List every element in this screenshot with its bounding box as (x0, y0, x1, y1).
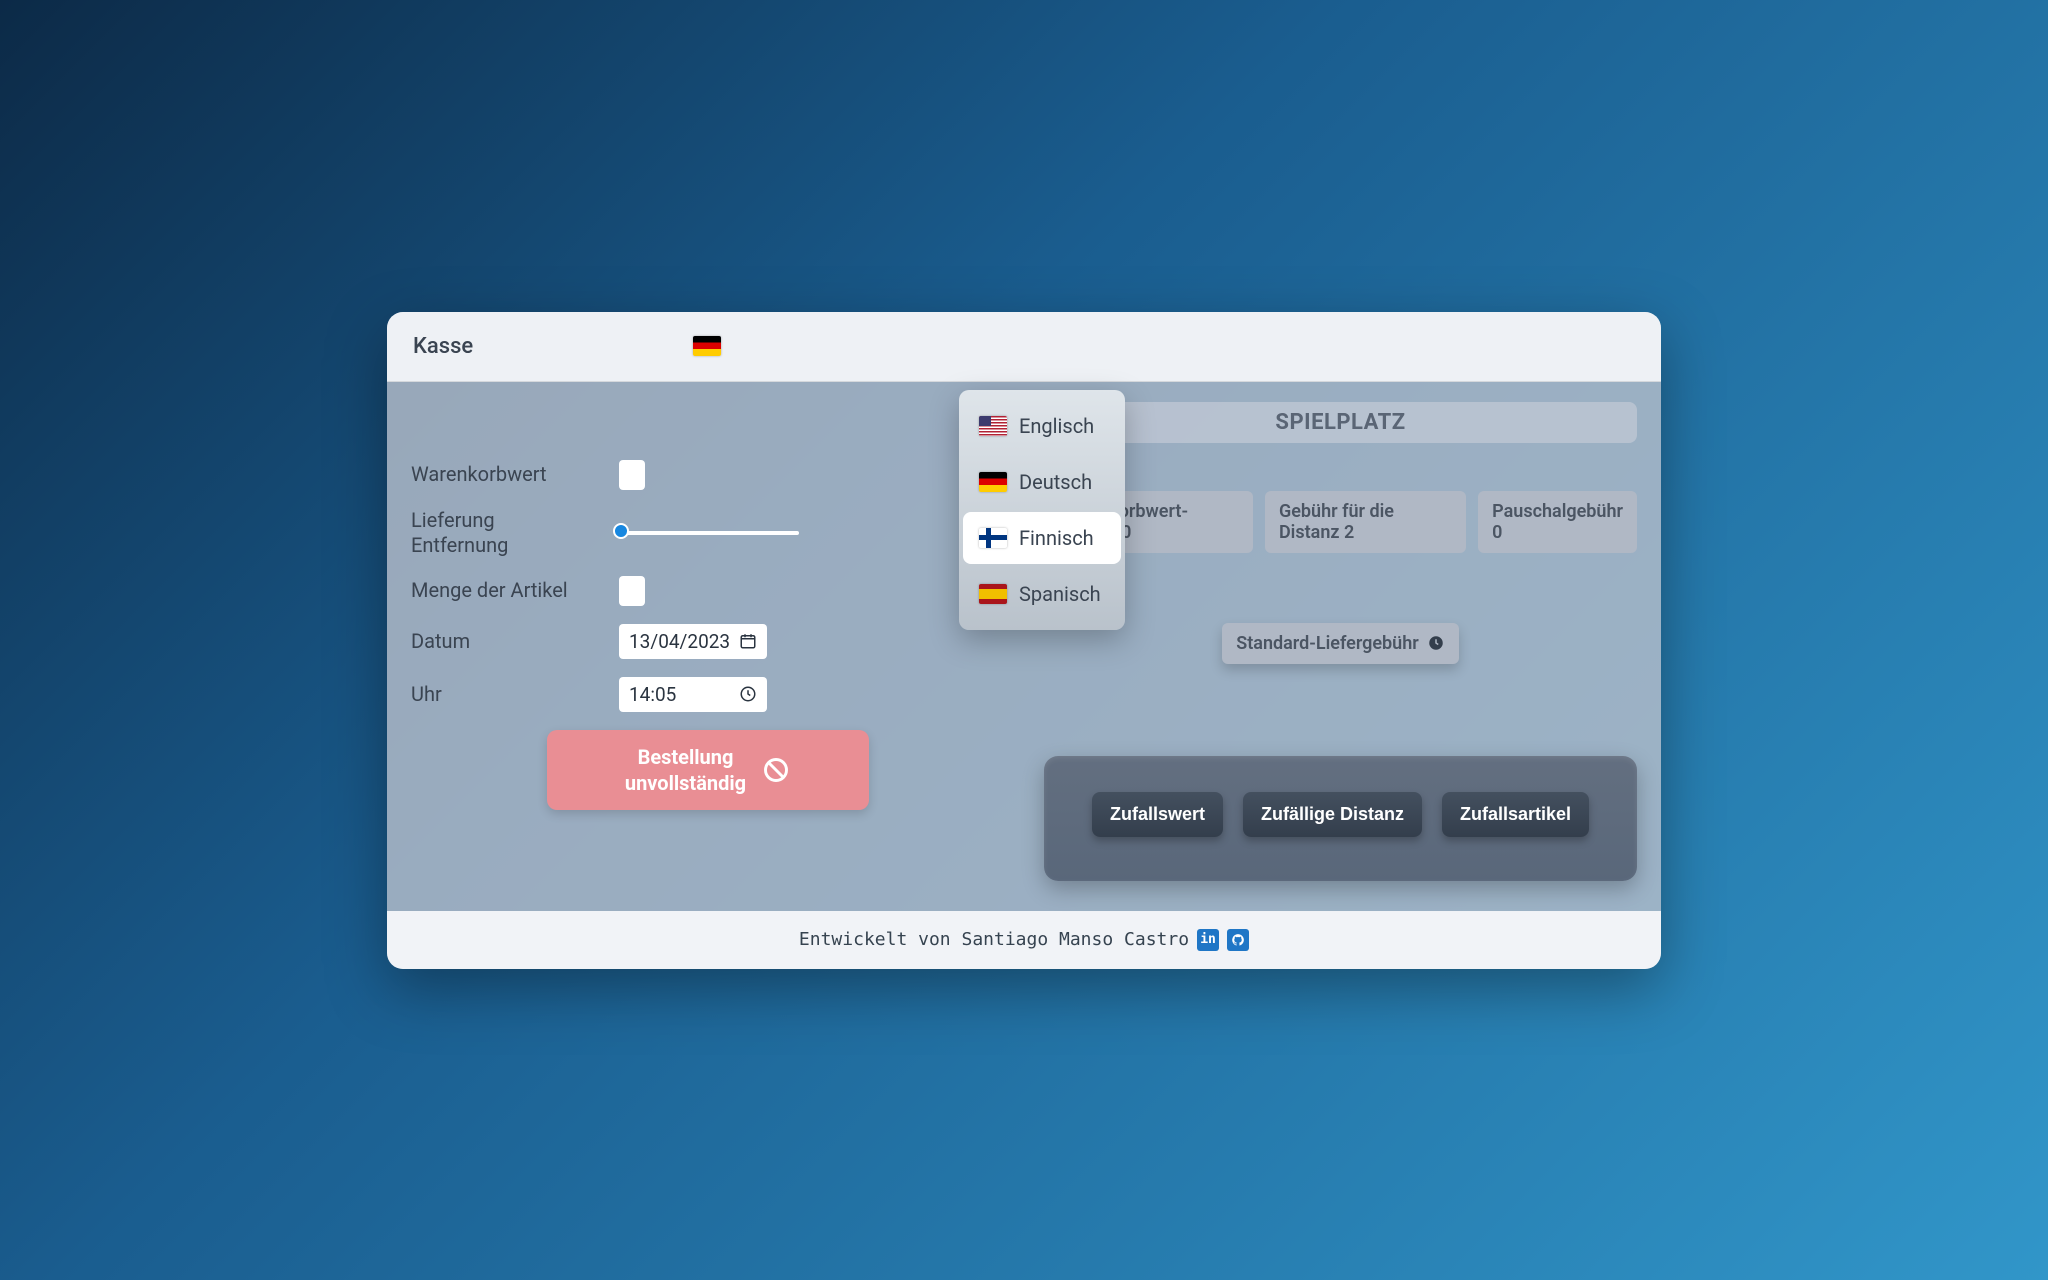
lang-option-german[interactable]: Deutsch (963, 456, 1121, 508)
items-label: Menge der Artikel (411, 578, 601, 603)
clock-icon (739, 685, 757, 703)
lang-option-spanish[interactable]: Spanisch (963, 568, 1121, 620)
playground-heading: SPIELPLATZ (1044, 402, 1637, 443)
language-selector-flag[interactable] (693, 336, 721, 356)
calendar-icon (739, 632, 757, 650)
row-time: Uhr 14:05 (411, 677, 1004, 712)
random-items-button[interactable]: Zufallsartikel (1442, 792, 1589, 837)
standard-fee-display: Standard-Liefergebühr (1222, 623, 1459, 664)
flat-fee-display: Pauschalgebühr 0 (1478, 491, 1637, 553)
cart-value-input[interactable] (619, 460, 645, 490)
date-value: 13/04/2023 (629, 630, 730, 653)
lang-option-label: Spanisch (1019, 582, 1101, 606)
lang-option-label: Deutsch (1019, 470, 1092, 494)
distance-slider[interactable] (619, 531, 799, 535)
time-label: Uhr (411, 682, 601, 707)
clock-icon (1427, 634, 1445, 652)
time-input[interactable]: 14:05 (619, 677, 767, 712)
date-label: Datum (411, 629, 601, 654)
page-title: Kasse (413, 334, 473, 359)
linkedin-icon[interactable]: in (1197, 929, 1219, 951)
lang-option-finnish[interactable]: Finnisch (963, 512, 1121, 564)
row-cart-value: Warenkorbwert (411, 460, 1004, 490)
app-window: Kasse Englisch Deutsch Finnisch Spanisch (387, 312, 1661, 969)
flag-us-icon (979, 416, 1007, 436)
date-input[interactable]: 13/04/2023 (619, 624, 767, 659)
topbar: Kasse Englisch Deutsch Finnisch Spanisch (387, 312, 1661, 382)
slider-thumb[interactable] (613, 523, 629, 539)
distance-slider-wrap (619, 531, 799, 535)
playground-panel: SPIELPLATZ Warenkorbwert-Gebühr 0 Gebühr… (1044, 400, 1637, 881)
submit-button[interactable]: Bestellung unvollständig (547, 730, 869, 810)
random-distance-button[interactable]: Zufällige Distanz (1243, 792, 1422, 837)
items-input[interactable] (619, 576, 645, 606)
distance-fee-display: Gebühr für die Distanz 2 (1265, 491, 1466, 553)
distance-label: Lieferung Entfernung (411, 508, 601, 558)
footer: Entwickelt von Santiago Manso Castro in (387, 911, 1661, 969)
random-value-button[interactable]: Zufallswert (1092, 792, 1223, 837)
lang-option-english[interactable]: Englisch (963, 400, 1121, 452)
time-value: 14:05 (629, 683, 676, 706)
submit-label: Bestellung unvollständig (625, 744, 746, 796)
lang-option-label: Englisch (1019, 414, 1094, 438)
cart-value-label: Warenkorbwert (411, 462, 601, 487)
row-date: Datum 13/04/2023 (411, 624, 1004, 659)
flag-es-icon (979, 584, 1007, 604)
lang-option-label: Finnisch (1019, 526, 1094, 550)
flag-de-icon (979, 472, 1007, 492)
footer-text: Entwickelt von Santiago Manso Castro (799, 929, 1189, 950)
github-icon[interactable] (1227, 929, 1249, 951)
standard-fee-label: Standard-Liefergebühr (1236, 633, 1419, 654)
language-dropdown: Englisch Deutsch Finnisch Spanisch (959, 390, 1125, 630)
row-distance: Lieferung Entfernung (411, 508, 1004, 558)
fee-row: Warenkorbwert-Gebühr 0 Gebühr für die Di… (1044, 491, 1637, 553)
checkout-form: Warenkorbwert Lieferung Entfernung Menge… (411, 400, 1004, 881)
row-items: Menge der Artikel (411, 576, 1004, 606)
prohibited-icon (762, 756, 790, 784)
random-actions-box: Zufallswert Zufällige Distanz Zufallsart… (1044, 756, 1637, 881)
flag-fi-icon (979, 528, 1007, 548)
